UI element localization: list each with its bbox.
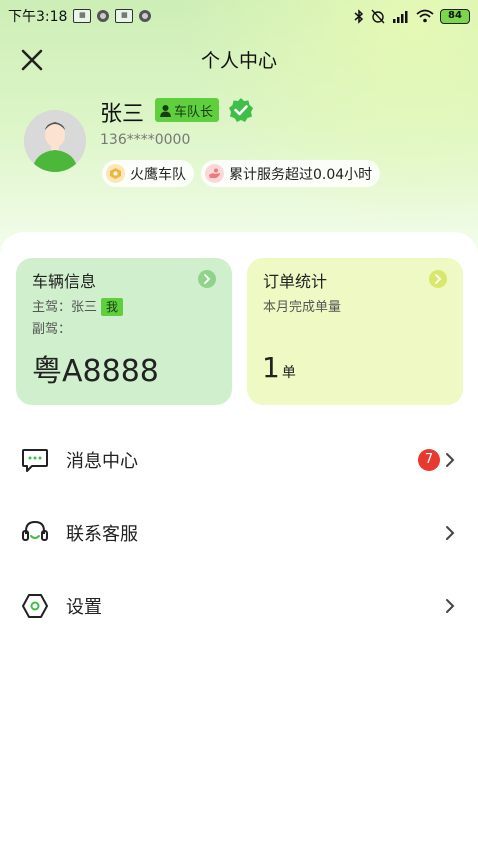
status-bar: 下午3:18 ▦ ▦ 84: [0, 0, 478, 32]
notification-dot-icon: [139, 10, 152, 22]
wifi-icon: [416, 9, 434, 23]
status-time: 下午3:18: [8, 9, 68, 25]
vehicle-info-card[interactable]: 车辆信息 主驾：张三我 副驾： 粤A8888: [16, 258, 232, 405]
service-hours-text: 累计服务超过0.04小时: [229, 166, 373, 183]
order-count-value: 1: [262, 351, 280, 384]
page-title: 个人中心: [200, 50, 277, 72]
order-card-subtitle: 本月完成单量: [263, 300, 342, 315]
alarm-off-icon: [371, 9, 385, 24]
notification-app-icon: ▦: [115, 9, 134, 23]
chevron-right-icon: [198, 270, 216, 288]
menu-item-settings[interactable]: 设置: [0, 576, 478, 636]
message-icon: [20, 445, 50, 475]
menu-label-customer-service: 联系客服: [66, 524, 138, 545]
role-badge-label: 车队长: [174, 104, 214, 120]
menu-item-customer-service[interactable]: 联系客服: [0, 503, 478, 563]
person-icon: [160, 104, 171, 117]
notification-app-icon: ▦: [73, 9, 92, 23]
license-plate: 粤A8888: [32, 354, 159, 389]
verified-check-icon: [229, 98, 253, 122]
me-tag: 我: [101, 298, 124, 316]
user-name: 张三: [100, 102, 145, 127]
fleet-chip[interactable]: 火鹰车队: [102, 160, 194, 187]
status-bar-left: 下午3:18 ▦ ▦: [8, 6, 152, 26]
bluetooth-icon: [354, 8, 364, 24]
battery-icon: 84: [440, 8, 470, 24]
title-bar: 个人中心: [0, 40, 478, 80]
order-stats-card[interactable]: 订单统计 本月完成单量 1单: [247, 258, 463, 405]
signal-icon: [393, 10, 408, 23]
service-hours-chip: 累计服务超过0.04小时: [201, 160, 381, 187]
phone-number: 136****0000: [100, 132, 191, 148]
fleet-name: 火鹰车队: [130, 166, 186, 183]
service-hand-icon: [205, 164, 224, 183]
fleet-icon: [106, 164, 125, 183]
co-driver-label: 副驾：: [32, 322, 72, 337]
order-count: 1单: [262, 351, 296, 384]
chevron-right-icon: [446, 453, 455, 467]
main-driver-label: 主驾：张三: [32, 300, 98, 315]
order-count-unit: 单: [281, 365, 296, 381]
settings-hexagon-icon: [20, 591, 50, 621]
order-card-title: 订单统计: [263, 272, 328, 291]
notification-dot-icon: [97, 10, 110, 22]
menu-item-messages[interactable]: 消息中心 7: [0, 430, 478, 490]
status-bar-right: 84: [354, 8, 470, 24]
menu-label-messages: 消息中心: [66, 451, 138, 472]
avatar-person-icon: [24, 110, 86, 172]
chevron-right-icon: [429, 270, 447, 288]
chevron-right-icon: [446, 526, 455, 540]
main-driver-row: 主驾：张三我: [32, 296, 124, 316]
vehicle-card-title: 车辆信息: [32, 272, 97, 291]
chevron-right-icon: [446, 599, 455, 613]
headset-icon: [20, 518, 50, 548]
avatar[interactable]: [24, 110, 86, 172]
role-badge: 车队长: [155, 98, 220, 122]
menu-label-settings: 设置: [66, 597, 102, 618]
unread-count-badge: 7: [418, 449, 440, 471]
